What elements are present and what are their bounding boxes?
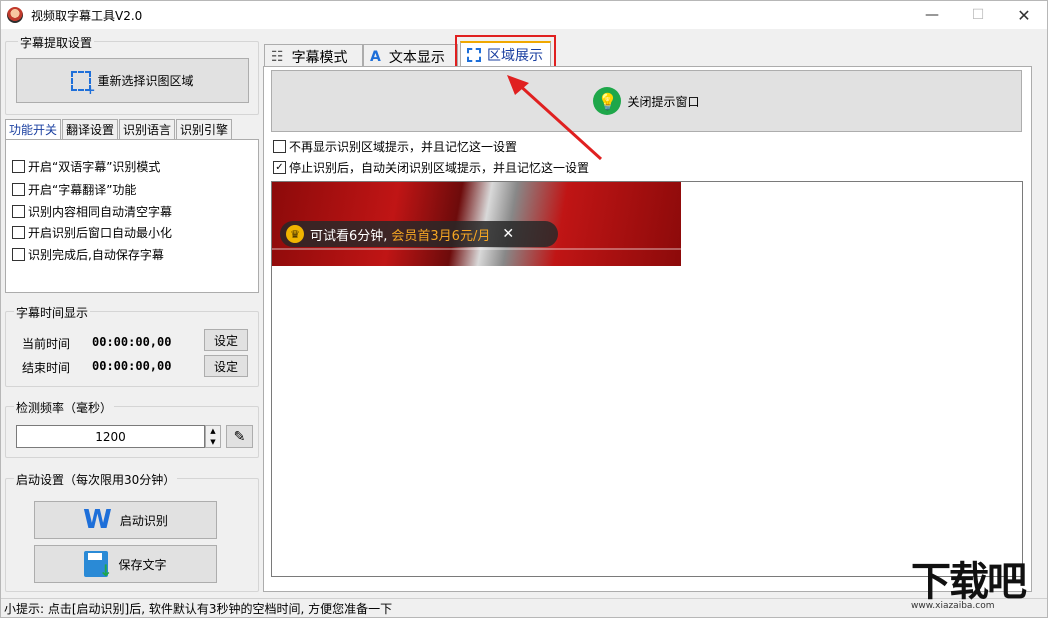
checkbox[interactable] xyxy=(12,205,25,218)
status-bar: 小提示: 点击[启动识别]后, 软件默认有3秒钟的空档时间, 方便您准备一下 xyxy=(1,598,1047,618)
member-promo-text[interactable]: 会员首3月6元/月 xyxy=(391,225,490,244)
current-time-set-button[interactable]: 设定 xyxy=(204,329,248,351)
select-area-icon: + xyxy=(71,70,95,96)
option-translate[interactable]: 开启“字幕翻译”功能 xyxy=(12,181,136,198)
title-bar: 视频取字幕工具V2.0 — ☐ ✕ xyxy=(1,1,1047,29)
option-label: 识别内容相同自动清空字幕 xyxy=(28,205,173,219)
end-time-value: 00:00:00,00 xyxy=(92,359,172,373)
function-switch-panel: 开启“双语字幕”识别模式 开启“字幕翻译”功能 识别内容相同自动清空字幕 开启识… xyxy=(5,139,259,293)
start-group-title: 启动设置（每次限用30分钟） xyxy=(14,471,178,488)
option-auto-minimize[interactable]: 开启识别后窗口自动最小化 xyxy=(12,224,172,241)
option-label: 不再显示识别区域提示，并且记忆这一设置 xyxy=(289,140,518,154)
window-title: 视频取字幕工具V2.0 xyxy=(31,8,143,23)
start-recognize-button[interactable]: W 启动识别 xyxy=(34,501,217,539)
option-label: 开启识别后窗口自动最小化 xyxy=(28,226,173,240)
tab-recognize-engine[interactable]: 识别引擎 xyxy=(176,119,233,139)
trial-banner: ♛ 可试看6分钟, 会员首3月6元/月 ✕ xyxy=(280,221,558,247)
checkbox[interactable] xyxy=(12,248,25,261)
close-hint-window-button[interactable]: 💡 关闭提示窗口 xyxy=(271,70,1022,132)
watermark-url: www.xiazaiba.com xyxy=(911,601,995,611)
spin-down-icon[interactable]: ▼ xyxy=(210,438,215,446)
minimize-button[interactable]: — xyxy=(909,1,955,29)
close-hint-window-label: 关闭提示窗口 xyxy=(627,94,700,109)
option-bilingual[interactable]: 开启“双语字幕”识别模式 xyxy=(12,158,160,175)
font-a-icon: A xyxy=(370,48,381,65)
checkbox[interactable] xyxy=(12,183,25,196)
extract-group-title: 字幕提取设置 xyxy=(18,34,95,51)
tab-text-display-label: 文本显示 xyxy=(388,49,445,66)
trial-text: 可试看6分钟, xyxy=(310,228,388,244)
checkbox[interactable] xyxy=(12,160,25,173)
app-icon xyxy=(7,7,23,23)
tab-recognize-language[interactable]: 识别语言 xyxy=(119,119,176,139)
crown-icon: ♛ xyxy=(286,225,304,243)
checkbox[interactable] xyxy=(273,140,286,153)
preview-area: ♛ 可试看6分钟, 会员首3月6元/月 ✕ xyxy=(271,181,1023,577)
time-group-title: 字幕时间显示 xyxy=(14,304,91,321)
option-label: 识别完成后,自动保存字幕 xyxy=(28,248,164,262)
end-time-set-button[interactable]: 设定 xyxy=(204,355,248,377)
spin-up-icon[interactable]: ▲ xyxy=(210,427,215,435)
checkbox-checked[interactable]: ✓ xyxy=(273,161,286,174)
banner-close-icon[interactable]: ✕ xyxy=(502,226,514,242)
left-tab-bar: 功能开关 翻译设置 识别语言 识别引擎 xyxy=(5,119,233,139)
option-label: 开启“双语字幕”识别模式 xyxy=(28,160,161,174)
frequency-input[interactable]: 1200 xyxy=(16,425,205,448)
current-time-value: 00:00:00,00 xyxy=(92,335,172,349)
status-tip: 小提示: 点击[启动识别]后, 软件默认有3秒钟的空档时间, 方便您准备一下 xyxy=(4,602,393,616)
highlight-arrow xyxy=(507,75,603,161)
save-text-label: 保存文字 xyxy=(118,557,167,572)
save-disk-icon: ↓ xyxy=(84,551,112,579)
tab-text-display[interactable]: A 文本显示 xyxy=(363,44,458,68)
frequency-group-title: 检测频率（毫秒） xyxy=(14,399,115,416)
tab-subtitle-mode[interactable]: ☷ 字幕模式 xyxy=(264,44,363,68)
start-recognize-label: 启动识别 xyxy=(119,513,168,528)
reselect-area-label: 重新选择识图区域 xyxy=(97,74,194,88)
extract-group: 字幕提取设置 + 重新选择识图区域 xyxy=(5,34,259,115)
frequency-spinner[interactable]: ▲ ▼ xyxy=(205,425,221,448)
reselect-area-button[interactable]: + 重新选择识图区域 xyxy=(16,58,249,103)
option-no-show-hint[interactable]: 不再显示识别区域提示，并且记忆这一设置 xyxy=(273,138,517,155)
option-clear-same[interactable]: 识别内容相同自动清空字幕 xyxy=(12,203,172,220)
close-button[interactable]: ✕ xyxy=(1001,1,1047,29)
tab-subtitle-mode-label: 字幕模式 xyxy=(291,49,348,66)
maximize-button[interactable]: ☐ xyxy=(955,1,1001,29)
watermark-logo: 下载吧 xyxy=(911,559,1027,605)
edit-icon[interactable]: ✎ xyxy=(226,425,253,448)
current-time-label: 当前时间 xyxy=(22,337,71,351)
word-w-icon: W xyxy=(83,505,112,535)
save-text-button[interactable]: ↓ 保存文字 xyxy=(34,545,217,583)
start-group: 启动设置（每次限用30分钟） W 启动识别 ↓ 保存文字 xyxy=(5,471,259,592)
time-group: 字幕时间显示 当前时间 00:00:00,00 设定 结束时间 00:00:00… xyxy=(5,304,259,387)
option-auto-save[interactable]: 识别完成后,自动保存字幕 xyxy=(12,246,164,263)
list-icon: ☷ xyxy=(271,48,284,65)
app-window: 视频取字幕工具V2.0 — ☐ ✕ 字幕提取设置 + 重新选择识图区域 功能开关… xyxy=(0,0,1048,618)
tab-translate-settings[interactable]: 翻译设置 xyxy=(62,119,119,139)
option-label: 开启“字幕翻译”功能 xyxy=(28,183,137,197)
checkbox[interactable] xyxy=(12,226,25,239)
tab-function-switch[interactable]: 功能开关 xyxy=(5,119,62,139)
end-time-label: 结束时间 xyxy=(22,361,71,375)
frequency-group: 检测频率（毫秒） 1200 ▲ ▼ ✎ xyxy=(5,399,259,458)
watermark: 下载吧 www.xiazaiba.com xyxy=(911,559,1047,617)
